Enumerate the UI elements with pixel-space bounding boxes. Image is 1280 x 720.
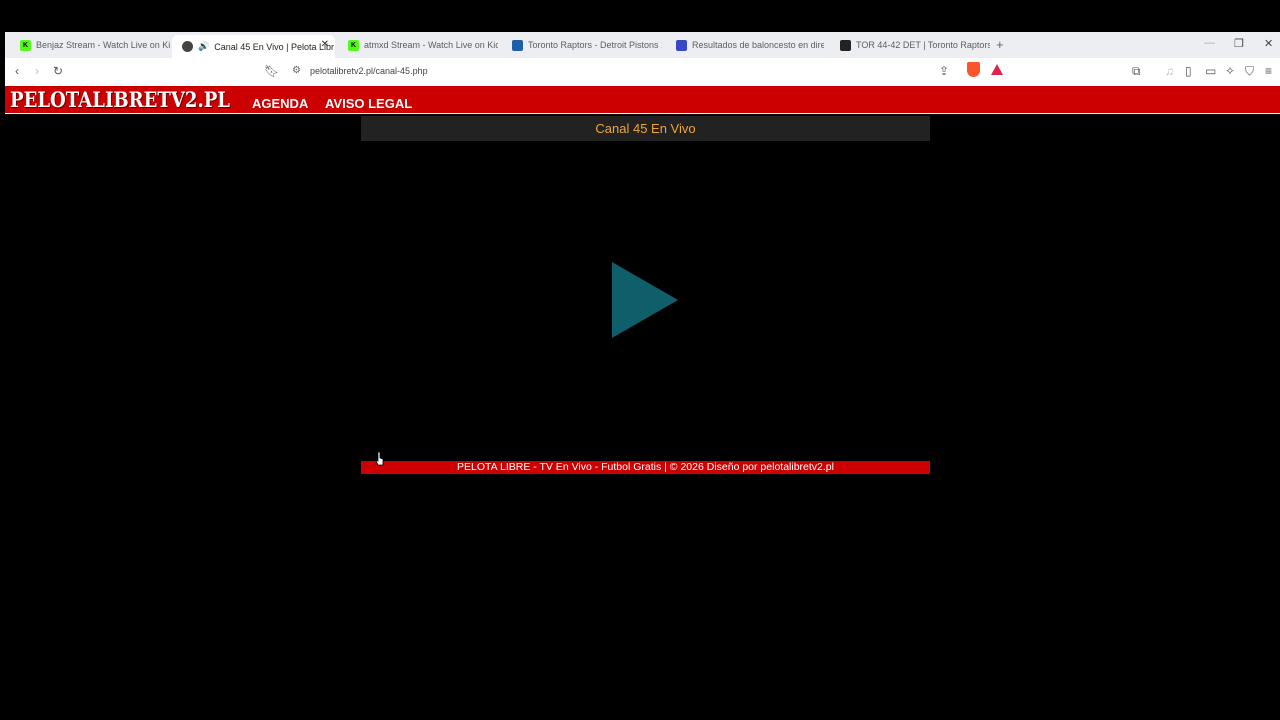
tab-atmxd[interactable]: K atmxd Stream - Watch Live on Kick xyxy=(338,35,498,55)
menu-aviso-legal-link[interactable]: AVISO LEGAL xyxy=(325,96,412,111)
back-icon[interactable]: ‹ xyxy=(15,64,19,78)
site-logo[interactable]: PELOTALIBRETV2.PL xyxy=(10,87,230,112)
vpn-icon[interactable]: ⛉ xyxy=(1245,64,1254,79)
tab-tor-det[interactable]: TOR 44-42 DET | Toronto Raptors vs D xyxy=(830,35,990,55)
brave-shield-icon[interactable] xyxy=(967,62,980,77)
globe-icon xyxy=(182,41,193,52)
top-black-band xyxy=(0,0,1280,32)
speaker-icon[interactable]: 🔊 xyxy=(198,41,209,52)
kick-icon: K xyxy=(20,39,31,51)
tab-title: Resultados de baloncesto en directo xyxy=(692,40,824,50)
tab-raptors-pistons[interactable]: Toronto Raptors - Detroit Pistons 15 xyxy=(502,35,662,55)
tab-title: Toronto Raptors - Detroit Pistons 15 xyxy=(528,40,662,50)
site-settings-icon[interactable]: ⚙ xyxy=(292,65,301,76)
extensions-icon[interactable]: ⧉ xyxy=(1132,64,1141,79)
screen: K Benjaz Stream - Watch Live on Kick 🔊 C… xyxy=(0,0,1280,720)
ok-icon xyxy=(512,39,523,51)
menu-icon[interactable]: ≡ xyxy=(1265,64,1272,78)
menu-agenda-link[interactable]: AGENDA xyxy=(252,96,308,111)
close-tab-icon[interactable]: ✕ xyxy=(321,39,329,50)
tab-strip: K Benjaz Stream - Watch Live on Kick 🔊 C… xyxy=(5,32,1280,58)
dark-icon xyxy=(840,39,851,51)
site-header: PELOTALIBRETV2.PL AGENDA AVISO LEGAL xyxy=(5,86,1280,114)
maximize-icon[interactable]: ❐ xyxy=(1234,37,1244,50)
browser-chrome: K Benjaz Stream - Watch Live on Kick 🔊 C… xyxy=(5,32,1280,86)
bookmark-icon[interactable]: 🔖︎ xyxy=(264,64,279,78)
tab-title: Benjaz Stream - Watch Live on Kick xyxy=(36,40,170,50)
tab-canal-45[interactable]: 🔊 Canal 45 En Vivo | Pelota Libr ✕ xyxy=(172,35,335,58)
kick-icon: K xyxy=(348,39,359,51)
tab-benjaz[interactable]: K Benjaz Stream - Watch Live on Kick xyxy=(10,35,170,55)
address-bar[interactable]: pelotalibretv2.pl/canal-45.php xyxy=(310,66,428,76)
video-player[interactable] xyxy=(361,141,930,460)
tab-title: atmxd Stream - Watch Live on Kick xyxy=(364,40,498,50)
site-footer: PELOTA LIBRE - TV En Vivo - Futbol Grati… xyxy=(361,461,930,474)
wallet-icon[interactable]: ▭ xyxy=(1205,64,1216,78)
share-icon[interactable]: ⇪ xyxy=(939,64,949,78)
leo-ai-icon[interactable]: ✧ xyxy=(1225,64,1235,78)
reload-icon[interactable]: ↻ xyxy=(53,64,63,78)
tab-resultados[interactable]: Resultados de baloncesto en directo xyxy=(666,35,824,55)
new-tab-icon[interactable]: + xyxy=(996,37,1004,52)
media-icon[interactable]: ♫ xyxy=(1165,64,1174,78)
doc-icon xyxy=(676,39,687,51)
minimize-icon[interactable]: — xyxy=(1204,37,1215,49)
channel-title: Canal 45 En Vivo xyxy=(361,116,930,141)
tab-title: Canal 45 En Vivo | Pelota Libr xyxy=(214,41,334,52)
hand-cursor-icon xyxy=(376,452,384,466)
brave-rewards-icon[interactable] xyxy=(991,64,1003,75)
tab-title: TOR 44-42 DET | Toronto Raptors vs D xyxy=(856,40,990,50)
forward-icon[interactable]: › xyxy=(35,64,39,78)
play-icon[interactable] xyxy=(612,262,678,338)
nav-bar: ‹ › ↻ 🔖︎ ⚙ pelotalibretv2.pl/canal-45.ph… xyxy=(5,58,1280,86)
close-window-icon[interactable]: ✕ xyxy=(1264,37,1273,50)
sidebar-icon[interactable]: ▯ xyxy=(1185,64,1192,78)
